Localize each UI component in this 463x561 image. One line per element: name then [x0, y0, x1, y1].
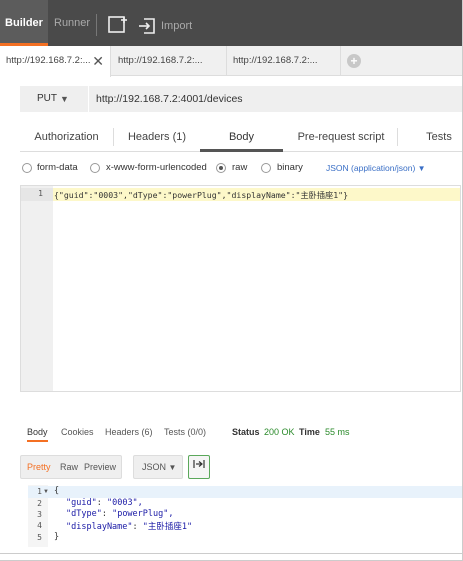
line-number: 1	[38, 189, 43, 198]
json-value: "主卧插座1"	[142, 522, 193, 532]
method-label: PUT	[37, 93, 57, 104]
line-number: 5	[37, 533, 42, 542]
response-line: {	[54, 486, 59, 496]
tab-response-body[interactable]: Body	[27, 422, 48, 442]
tab-response-tests[interactable]: Tests (0/0)	[164, 422, 206, 442]
response-section-tabs: Body Cookies Headers (6) Tests (0/0) Sta…	[20, 422, 463, 444]
builder-tab[interactable]: Builder	[0, 0, 48, 46]
time-value: 55 ms	[325, 427, 350, 437]
raw-button[interactable]: Raw	[60, 456, 78, 478]
binary-label: binary	[277, 162, 303, 173]
radio-urlencoded[interactable]	[90, 163, 100, 173]
view-mode-group: Pretty Raw Preview	[20, 455, 122, 479]
response-line: "guid": "0003",	[66, 498, 143, 508]
brace: }	[54, 532, 60, 542]
url-input[interactable]: http://192.168.7.2:4001/devices	[88, 86, 463, 112]
toolbar-divider	[96, 14, 97, 36]
response-active-line	[28, 486, 463, 498]
line-number: 1	[37, 487, 42, 496]
response-line: }	[54, 532, 59, 542]
editor-gutter	[21, 186, 53, 391]
response-toolbar: Pretty Raw Preview JSON ▼	[20, 455, 463, 479]
urlencoded-label: x-www-form-urlencoded	[106, 162, 207, 173]
response-line: "displayName": "主卧插座1"	[66, 522, 193, 532]
tab-body[interactable]: Body	[200, 122, 283, 152]
top-toolbar: Builder Runner Import	[0, 0, 463, 46]
request-tab[interactable]: http://192.168.7.2:...	[112, 46, 227, 76]
line-number: 4	[37, 521, 42, 530]
body-format-label: JSON (application/json)	[326, 163, 416, 173]
response-line: "dType": "powerPlug",	[66, 509, 174, 519]
body-type-options: form-data x-www-form-urlencoded raw bina…	[20, 158, 463, 178]
close-icon[interactable]: ✕	[92, 46, 104, 76]
json-key: "displayName"	[66, 522, 133, 532]
time-label: Time	[299, 427, 320, 437]
add-tab-icon[interactable]: +	[347, 54, 361, 68]
response-body-viewer[interactable]: 1 ▼ { 2 "guid": "0003", 3 "dType": "powe…	[28, 485, 463, 547]
radio-raw[interactable]	[216, 163, 226, 173]
line-number: 2	[37, 499, 42, 508]
response-format-select[interactable]: JSON ▼	[133, 455, 183, 479]
chevron-down-icon: ▼	[168, 463, 177, 472]
preview-button[interactable]: Preview	[84, 456, 116, 478]
request-tab[interactable]: http://192.168.7.2:...	[227, 46, 341, 76]
request-section-tabs: Authorization Headers (1) Body Pre-reque…	[20, 122, 463, 152]
wrap-lines-icon[interactable]	[188, 455, 210, 479]
url-bar: PUT ▼ http://192.168.7.2:4001/devices	[20, 86, 463, 112]
fold-arrow-icon[interactable]: ▼	[43, 489, 49, 495]
bottom-border	[0, 553, 463, 554]
radio-form-data[interactable]	[22, 163, 32, 173]
tab-tests[interactable]: Tests	[415, 122, 463, 152]
raw-label: raw	[232, 162, 248, 173]
radio-binary[interactable]	[261, 163, 271, 173]
status-value: 200 OK	[264, 427, 295, 437]
form-data-label: form-data	[37, 162, 78, 173]
request-body-editor[interactable]: 1 {"guid":"0003","dType":"powerPlug","di…	[20, 185, 461, 392]
response-format-label: JSON	[142, 462, 167, 472]
json-key: "dType"	[66, 509, 102, 519]
body-format-select[interactable]: JSON (application/json) ▼	[326, 158, 426, 179]
tab-divider	[397, 128, 398, 146]
request-tab-label: http://192.168.7.2:...	[118, 55, 203, 66]
tab-authorization[interactable]: Authorization	[20, 122, 113, 152]
request-tab-label: http://192.168.7.2:...	[233, 55, 318, 66]
method-select[interactable]: PUT ▼	[20, 86, 78, 112]
request-tab[interactable]: http://192.168.7.2:... ✕	[0, 46, 111, 77]
chevron-down-icon: ▼	[60, 94, 69, 104]
wrap-lines-glyph	[193, 460, 205, 468]
tab-pre-request-script[interactable]: Pre-request script	[285, 122, 397, 152]
tab-response-headers[interactable]: Headers (6)	[105, 422, 153, 442]
chevron-down-icon: ▼	[417, 164, 426, 173]
pretty-button[interactable]: Pretty	[27, 456, 51, 478]
json-value: "powerPlug",	[112, 509, 174, 519]
request-tab-strip: http://192.168.7.2:... ✕ http://192.168.…	[0, 46, 463, 77]
status-label: Status	[232, 427, 260, 437]
request-tab-label: http://192.168.7.2:...	[6, 55, 91, 66]
new-tab-plus-icon[interactable]	[108, 16, 128, 34]
brace: {	[54, 486, 60, 496]
tab-headers[interactable]: Headers (1)	[114, 122, 200, 152]
runner-tab[interactable]: Runner	[54, 0, 90, 46]
line-number: 3	[37, 510, 42, 519]
import-button[interactable]: Import	[161, 0, 192, 52]
json-value: "0003",	[106, 498, 143, 508]
import-icon[interactable]	[138, 17, 156, 35]
tab-cookies[interactable]: Cookies	[61, 422, 94, 442]
json-key: "guid"	[66, 498, 97, 508]
code-line: {"guid":"0003","dType":"powerPlug","disp…	[54, 190, 349, 200]
